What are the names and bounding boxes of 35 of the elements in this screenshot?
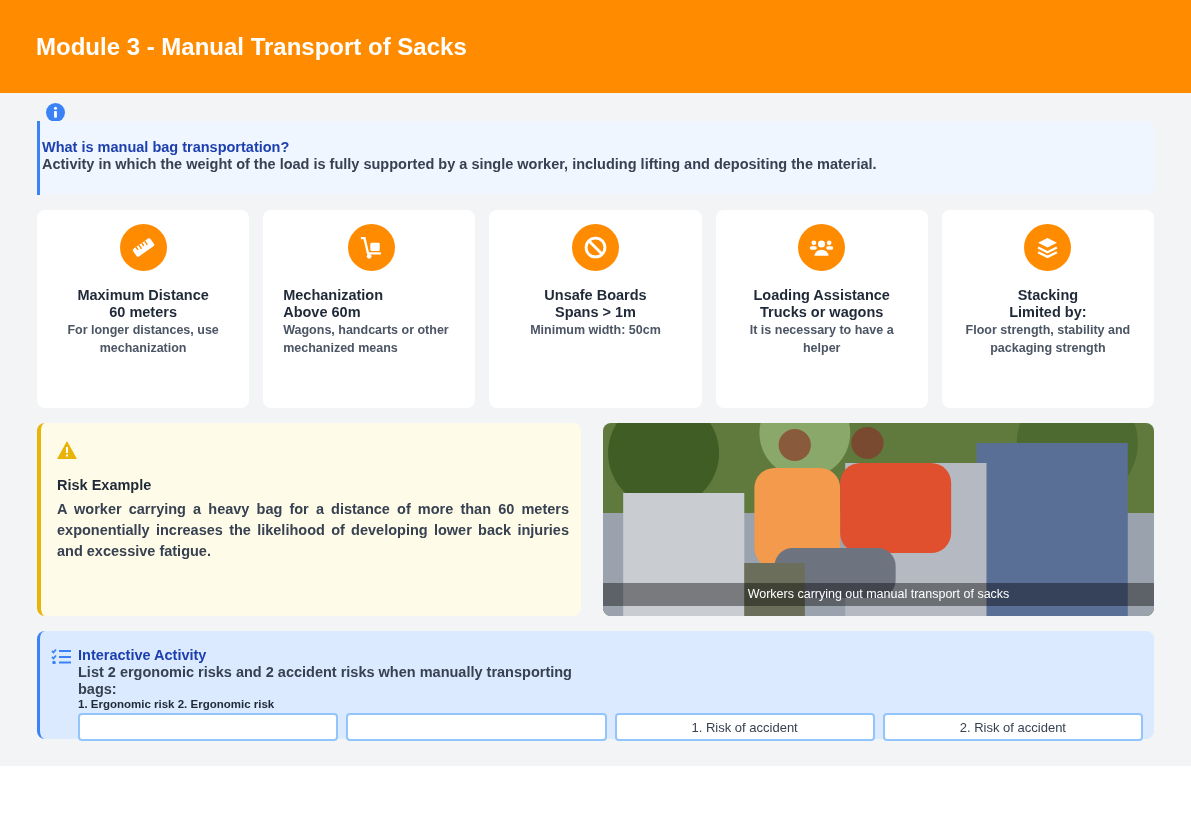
answer-field[interactable]: 2. Risk of accident	[882, 713, 1143, 741]
card-note: Minimum width: 50cm	[530, 322, 661, 339]
risk-text: A worker carrying a heavy bag for a distance of more than 60 meters exponentially increases the likelihood of developing lower back injuries and excessive fatigue.	[57, 499, 569, 561]
card-value: Above 60m	[283, 304, 361, 321]
answer-field[interactable]	[346, 713, 607, 741]
card-title: Maximum Distance	[77, 287, 209, 304]
card-value: Trucks or wagons	[760, 304, 884, 321]
checklist-icon	[51, 648, 72, 664]
card-note: Wagons, handcarts or other mechanized means	[283, 322, 450, 357]
card-title: Loading Assistance	[753, 287, 890, 304]
activity-prompt: List 2 ergonomic risks and 2 accident risks when manually transporting bags:	[78, 664, 573, 698]
card-note: Floor strength, stability and packaging strength	[964, 322, 1132, 357]
card-note: For longer distances, use mechanization	[66, 322, 220, 357]
card-value: Limited by:	[1009, 304, 1087, 321]
card-value: 60 meters	[109, 304, 177, 321]
card-title: Stacking	[1017, 287, 1079, 304]
definition-title: What is manual bag transportation?	[42, 139, 291, 156]
answer-field[interactable]	[78, 713, 339, 741]
photo-caption: Workers carrying out manual transport of sacks	[603, 583, 1154, 606]
dolly-icon	[347, 224, 395, 271]
answer-field[interactable]: 1. Risk of accident	[614, 713, 875, 741]
ruler-icon	[119, 224, 167, 271]
page-title: Module 3 - Manual Transport of Sacks	[36, 31, 467, 62]
risk-title: Risk Example	[57, 476, 153, 495]
card-title: Mechanization	[283, 287, 384, 304]
prohibited-icon	[572, 224, 619, 271]
card-note: It is necessary to have a helper	[748, 322, 895, 357]
activity-hint: 1. Ergonomic risk 2. Ergonomic risk	[78, 698, 275, 711]
card-value: Spans > 1m	[555, 304, 636, 321]
warning-icon	[57, 441, 77, 459]
card-title: Unsafe Boards	[544, 287, 647, 304]
activity-title: Interactive Activity	[78, 647, 208, 664]
layers-icon	[1024, 224, 1072, 271]
people-icon	[798, 224, 846, 271]
definition-text: Activity in which the weight of the load is fully supported by a single worker, including lifting and depositing the material.	[42, 156, 878, 173]
